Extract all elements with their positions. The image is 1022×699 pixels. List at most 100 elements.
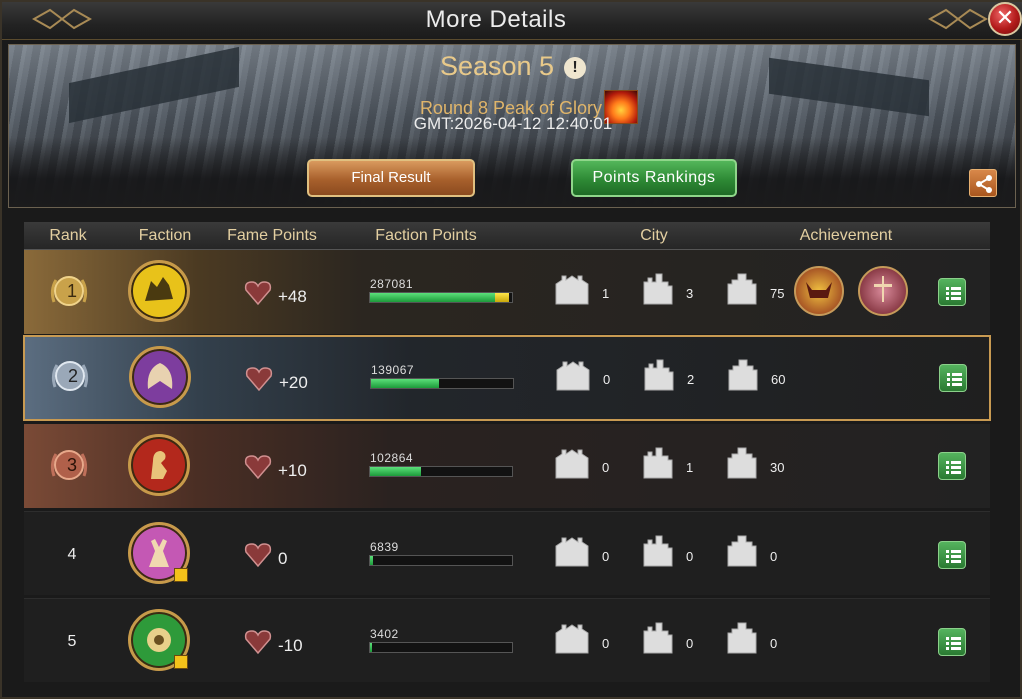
final-result-button[interactable]: Final Result	[307, 159, 475, 197]
fame-points-value: +20	[279, 373, 308, 392]
details-list-button[interactable]	[939, 364, 967, 392]
wolf-sigil-icon	[145, 277, 173, 301]
castle-city-count: 30	[770, 460, 785, 475]
faction-points-value: 3402	[370, 627, 399, 641]
rank-number: 2	[67, 366, 78, 386]
fortress-city-icon	[638, 270, 678, 306]
fame-points-value: -10	[278, 636, 303, 655]
rank-number: 5	[67, 633, 77, 650]
fortress-city-count: 0	[686, 636, 694, 651]
table-header: Rank Faction Fame Points Faction Points …	[24, 222, 990, 250]
title-bar: More Details ✕	[2, 2, 1022, 40]
fame-heart-icon	[242, 450, 274, 482]
rank-number: 3	[66, 455, 77, 475]
share-icon	[976, 175, 992, 193]
faction-points-bar	[369, 292, 513, 303]
capital-city-count: 1	[602, 286, 610, 301]
capital-city-icon	[552, 619, 592, 655]
list-icon	[946, 637, 961, 650]
details-list-button[interactable]	[938, 278, 966, 306]
table-row: 1 +48 287081 1 3 75	[24, 250, 990, 334]
gmt-timestamp: GMT:2026-04-12 12:40:01	[413, 114, 613, 133]
fame-points-value: +48	[278, 287, 307, 306]
rank-number: 4	[67, 546, 77, 563]
details-window: More Details ✕ Season 5! Round 8 Peak of…	[0, 0, 1022, 699]
table-row: 4 0 6839 0 0 0	[24, 511, 990, 595]
capital-city-icon	[553, 356, 593, 392]
rankings-table: Rank Faction Fame Points Faction Points …	[18, 218, 1008, 698]
col-achievement: Achievement	[799, 227, 893, 244]
faction-points-bar	[369, 642, 513, 653]
fortress-city-count: 0	[686, 549, 694, 564]
fortress-city-count: 3	[686, 286, 694, 301]
list-icon	[946, 550, 961, 563]
details-list-button[interactable]	[938, 452, 966, 480]
castle-city-icon	[723, 356, 763, 392]
faction-badge[interactable]	[128, 434, 190, 496]
fame-heart-icon	[242, 276, 274, 308]
faction-badge[interactable]	[129, 346, 191, 408]
fame-heart-icon	[242, 538, 274, 570]
fortress-city-icon	[638, 619, 678, 655]
dragon-sigil-icon	[147, 363, 173, 389]
close-button[interactable]: ✕	[988, 2, 1022, 36]
faction-points-bar	[369, 466, 513, 477]
fame-heart-icon	[242, 625, 274, 657]
capital-city-count: 0	[602, 460, 610, 475]
list-icon	[946, 287, 961, 300]
fame-points-value: +10	[278, 461, 307, 480]
fortress-city-count: 1	[686, 460, 694, 475]
fame-points-value: 0	[278, 549, 288, 568]
table-row: 3 +10 102864 0 1 30	[24, 424, 990, 508]
list-icon	[946, 461, 961, 474]
capital-city-icon	[552, 532, 592, 568]
faction-points-value: 287081	[370, 277, 414, 291]
faction-points-value: 139067	[371, 363, 415, 377]
lion-sigil-icon	[151, 451, 167, 479]
faction-points-value: 6839	[370, 540, 399, 554]
capital-city-icon	[552, 270, 592, 306]
capital-city-count: 0	[602, 636, 610, 651]
col-faction-points: Faction Points	[375, 227, 477, 244]
capital-city-icon	[552, 444, 592, 480]
faction-points-bar	[369, 555, 513, 566]
fortress-city-icon	[638, 532, 678, 568]
right-knot-ornament-icon	[927, 8, 989, 30]
battle-scene-shading	[9, 137, 1015, 207]
season-title: Season 5	[439, 51, 555, 81]
capital-city-count: 0	[603, 372, 611, 387]
details-list-button[interactable]	[938, 541, 966, 569]
share-button[interactable]	[969, 169, 997, 197]
fortress-city-count: 2	[687, 372, 695, 387]
window-title: More Details	[425, 6, 567, 33]
castle-city-count: 75	[770, 286, 785, 301]
details-list-button[interactable]	[938, 628, 966, 656]
castle-city-count: 60	[771, 372, 786, 387]
sword-achievement-icon[interactable]	[858, 266, 908, 316]
list-icon	[947, 373, 962, 386]
table-row: 2 +20 139067 0 2 60	[23, 335, 991, 421]
faction-points-bar	[370, 378, 514, 389]
col-faction: Faction	[138, 227, 192, 244]
capital-city-count: 0	[602, 549, 610, 564]
info-icon[interactable]: !	[564, 57, 587, 79]
table-row: 5 -10 3402 0 0 0	[24, 598, 990, 682]
fortress-city-icon	[639, 356, 679, 392]
castle-city-icon	[722, 444, 762, 480]
castle-city-icon	[722, 619, 762, 655]
col-rank: Rank	[49, 227, 87, 244]
faction-points-value: 102864	[370, 451, 414, 465]
castle-city-icon	[722, 532, 762, 568]
faction-badge[interactable]	[128, 260, 190, 322]
castle-city-count: 0	[770, 549, 778, 564]
fame-heart-icon	[243, 362, 275, 394]
fortress-city-icon	[638, 444, 678, 480]
castle-city-count: 0	[770, 636, 778, 651]
points-rankings-button[interactable]: Points Rankings	[571, 159, 737, 197]
castle-city-icon	[722, 270, 762, 306]
col-city: City	[640, 227, 668, 244]
col-fame-points: Fame Points	[227, 227, 317, 244]
pending-flag-icon	[174, 655, 188, 669]
horned-helm-achievement-icon[interactable]	[794, 266, 844, 316]
rank-number: 1	[66, 281, 77, 301]
